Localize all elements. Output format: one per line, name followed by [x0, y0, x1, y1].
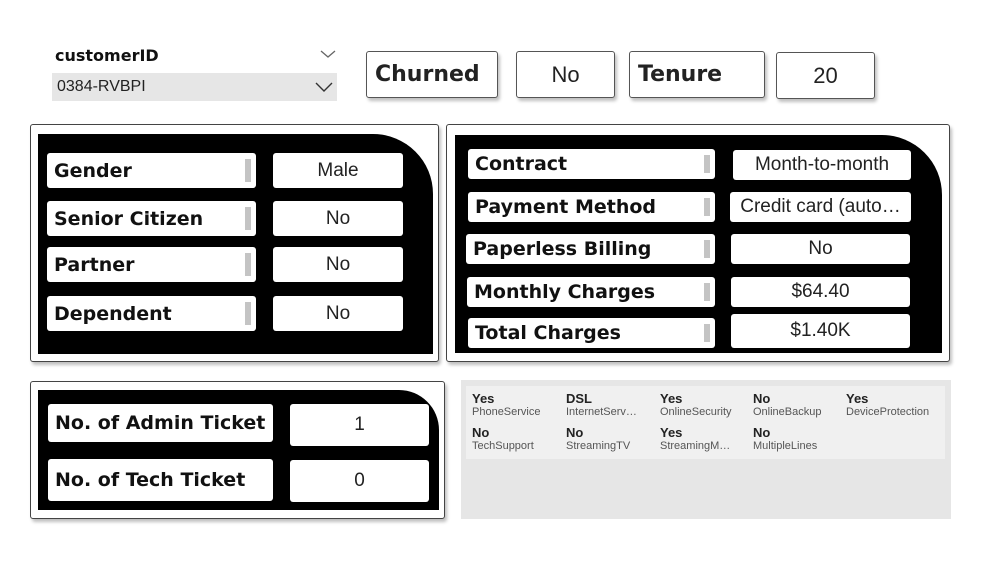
contract-label: Contract [468, 149, 715, 179]
gender-label-text: Gender [54, 159, 132, 182]
service-value: Yes [472, 391, 495, 406]
service-name: InternetServ… [566, 406, 637, 418]
service-name: StreamingM… [660, 440, 731, 452]
senior-citizen-label-text: Senior Citizen [54, 207, 204, 230]
dropdown-chevron-icon[interactable] [313, 79, 335, 95]
service-name: PhoneService [472, 406, 541, 418]
paperless-billing-label-text: Paperless Billing [473, 238, 652, 260]
paperless-billing-label: Paperless Billing [466, 234, 715, 264]
service-value: Yes [846, 391, 869, 406]
monthly-charges-label-text: Monthly Charges [474, 281, 656, 303]
service-item: Yes PhoneService [472, 391, 541, 419]
tenure-value-card: 20 [776, 52, 875, 99]
monthly-charges-value: $64.40 [731, 277, 910, 307]
total-charges-label: Total Charges [468, 318, 715, 348]
service-item: Yes DeviceProtection [846, 391, 930, 419]
total-charges-value: $1.40K [731, 314, 910, 348]
service-name: OnlineBackup [753, 406, 822, 418]
contract-value: Month-to-month [733, 150, 911, 180]
senior-citizen-value: No [273, 201, 403, 236]
tech-ticket-label: No. of Tech Ticket [48, 459, 273, 501]
scroll-indicator [704, 283, 710, 301]
service-value: No [753, 425, 771, 440]
service-item: No MultipleLines [753, 425, 818, 453]
service-value: No [472, 425, 490, 440]
gender-value: Male [273, 153, 403, 188]
contract-label-text: Contract [475, 153, 568, 175]
service-value: DSL [566, 391, 592, 406]
dependent-label: Dependent [47, 296, 256, 331]
service-item: No StreamingTV [566, 425, 631, 453]
churned-label-card: Churned [366, 51, 498, 98]
service-name: StreamingTV [566, 440, 631, 452]
service-value: Yes [660, 425, 683, 440]
service-name: MultipleLines [753, 440, 818, 452]
payment-method-value: Credit card (auto… [730, 192, 911, 222]
slicer-title: customerID [55, 46, 159, 65]
chevron-down-icon[interactable] [318, 46, 338, 62]
scroll-indicator [704, 198, 710, 216]
service-item: Yes StreamingM… [660, 425, 731, 453]
scroll-indicator [245, 159, 251, 182]
tenure-label-card: Tenure [629, 51, 765, 98]
service-value: Yes [660, 391, 683, 406]
customer-id-value: 0384-RVBPI [57, 78, 146, 95]
service-item: DSL InternetServ… [566, 391, 637, 419]
churned-value-card: No [516, 51, 615, 98]
total-charges-label-text: Total Charges [475, 322, 621, 344]
service-value: No [566, 425, 584, 440]
gender-label: Gender [47, 153, 256, 188]
admin-ticket-value: 1 [290, 404, 429, 446]
service-item: Yes OnlineSecurity [660, 391, 732, 419]
scroll-indicator [245, 253, 251, 276]
senior-citizen-label: Senior Citizen [47, 201, 256, 236]
service-value: No [753, 391, 771, 406]
service-item: No TechSupport [472, 425, 534, 453]
monthly-charges-label: Monthly Charges [467, 277, 715, 307]
scroll-indicator [704, 155, 710, 173]
dependent-label-text: Dependent [54, 302, 172, 325]
service-item: No OnlineBackup [753, 391, 822, 419]
scroll-indicator [704, 240, 710, 258]
partner-label: Partner [47, 247, 256, 282]
scroll-indicator [245, 207, 251, 230]
payment-method-label: Payment Method [468, 192, 715, 222]
tech-ticket-value: 0 [290, 460, 429, 502]
partner-value: No [273, 247, 403, 282]
payment-method-label-text: Payment Method [475, 196, 657, 218]
partner-label-text: Partner [54, 253, 135, 276]
scroll-indicator [245, 302, 251, 325]
scroll-indicator [704, 324, 710, 342]
service-name: DeviceProtection [846, 406, 930, 418]
service-name: TechSupport [472, 440, 534, 452]
dependent-value: No [273, 296, 403, 331]
service-name: OnlineSecurity [660, 406, 732, 418]
paperless-billing-value: No [731, 234, 910, 264]
admin-ticket-label: No. of Admin Ticket [48, 404, 273, 442]
